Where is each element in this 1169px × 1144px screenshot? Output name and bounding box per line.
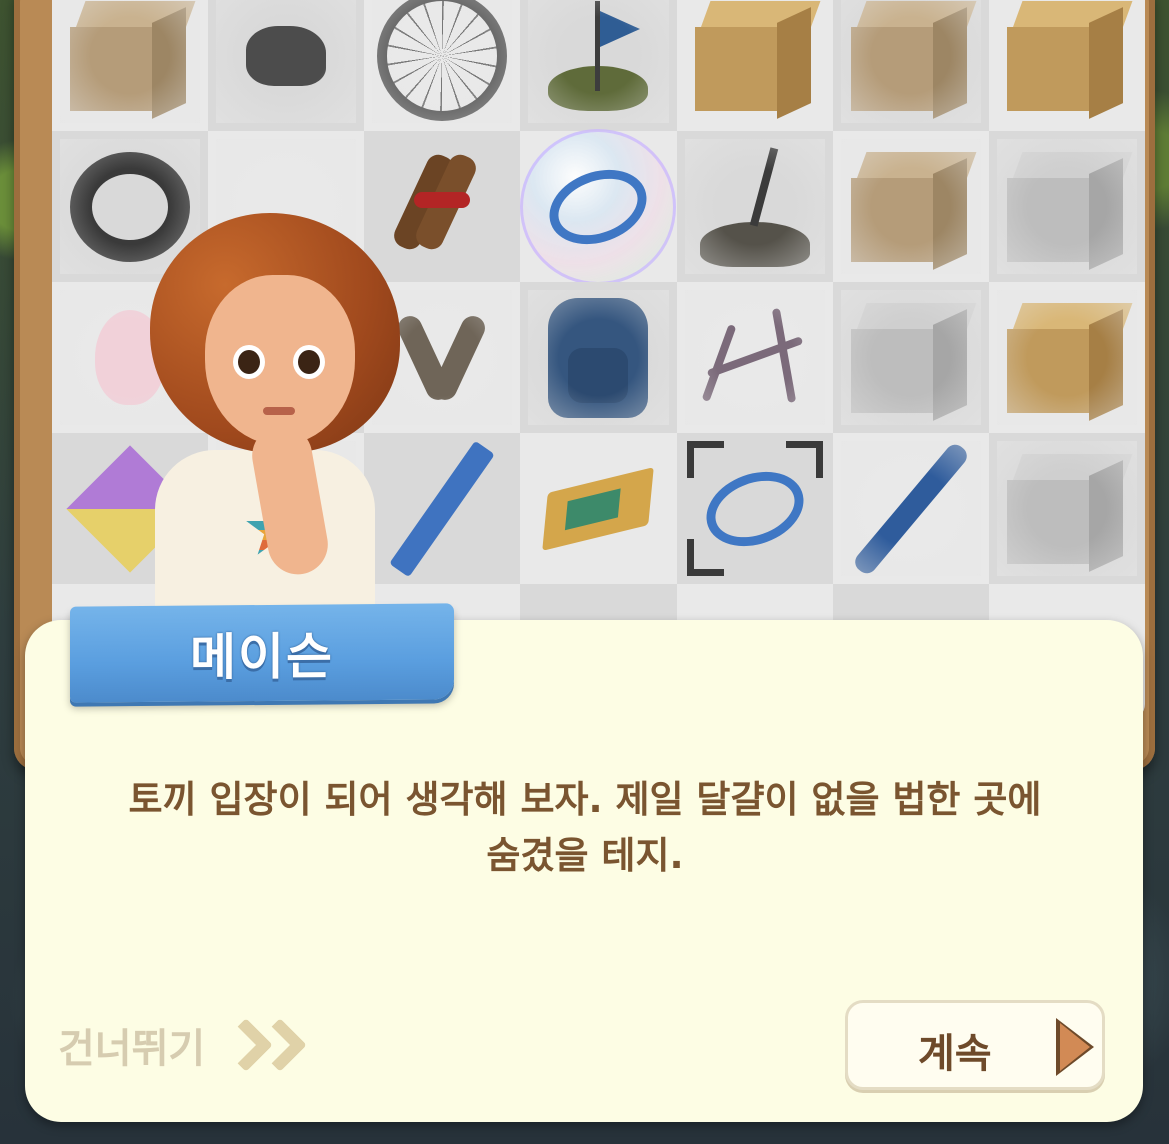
double-chevron-right-icon xyxy=(219,1018,308,1072)
board-cell[interactable] xyxy=(832,131,989,282)
shovel-item[interactable] xyxy=(699,146,810,267)
board-cell[interactable] xyxy=(832,0,989,131)
character-mouth xyxy=(263,407,295,415)
board-cell[interactable] xyxy=(676,282,833,433)
board-cell[interactable] xyxy=(988,0,1145,131)
selection-corner-icon xyxy=(785,441,823,478)
cardboard-box-item[interactable] xyxy=(1006,0,1133,119)
bicycle-frame-item[interactable] xyxy=(695,303,815,413)
dialog-text: 토끼 입장이 되어 생각해 보자. 제일 달걀이 없을 법한 곳에 숨겼을 테지… xyxy=(60,772,1110,884)
board-cell[interactable] xyxy=(832,433,989,584)
speaker-nameplate: 메이슨 xyxy=(70,603,454,703)
pen-item[interactable] xyxy=(850,440,971,577)
speaker-name: 메이슨 xyxy=(190,627,334,687)
board-cell[interactable] xyxy=(208,0,365,131)
cardboard-box-item[interactable] xyxy=(850,151,977,270)
character-eye xyxy=(293,345,325,379)
rope-logs-item[interactable] xyxy=(390,150,482,262)
board-cell[interactable] xyxy=(676,131,833,282)
board-cell[interactable] xyxy=(520,128,677,285)
cardboard-box-item[interactable] xyxy=(1006,453,1133,572)
rock-item[interactable] xyxy=(246,25,327,86)
treasure-map-item[interactable] xyxy=(542,466,655,551)
cardboard-box-item[interactable] xyxy=(70,0,196,119)
board-cell[interactable] xyxy=(364,0,521,131)
board-cell[interactable] xyxy=(520,433,677,584)
board-cell[interactable] xyxy=(520,282,677,433)
board-cell[interactable] xyxy=(676,0,833,131)
dialog-line: 숨겼을 테지. xyxy=(486,834,684,877)
skip-label: 건너뛰기 xyxy=(58,1026,206,1072)
play-triangle-icon xyxy=(1060,1023,1090,1071)
board-cell[interactable] xyxy=(520,0,677,131)
shoelace-bubble-item[interactable] xyxy=(520,128,677,285)
dialog-line: 토끼 입장이 되어 생각해 보자. 제일 달걀이 없을 법한 곳에 xyxy=(128,778,1042,821)
board-cell[interactable] xyxy=(988,433,1145,584)
continue-label: 계속 xyxy=(918,1031,992,1077)
board-cell[interactable] xyxy=(988,282,1145,433)
cardboard-box-item[interactable] xyxy=(1006,151,1133,270)
backpack-item[interactable] xyxy=(548,297,649,418)
flag-mound-item[interactable] xyxy=(543,0,653,111)
cardboard-box-item[interactable] xyxy=(850,302,977,421)
character-face xyxy=(205,275,355,445)
board-cell[interactable] xyxy=(676,433,833,584)
board-cell[interactable] xyxy=(832,282,989,433)
character-mason xyxy=(130,195,410,625)
shoelace-icon xyxy=(539,156,658,257)
selection-corner-icon xyxy=(686,539,724,576)
cardboard-box-item[interactable] xyxy=(1006,302,1133,421)
board-cell[interactable] xyxy=(988,131,1145,282)
cardboard-box-item[interactable] xyxy=(694,0,821,119)
skip-button[interactable]: 건너뛰기 xyxy=(58,1015,308,1075)
cardboard-box-item[interactable] xyxy=(850,0,977,119)
bicycle-wheel-item[interactable] xyxy=(377,0,508,121)
board-cell[interactable] xyxy=(52,0,209,131)
character-eye xyxy=(233,345,265,379)
continue-button[interactable]: 계속 xyxy=(845,1000,1105,1090)
selection-corner-icon xyxy=(686,441,724,478)
